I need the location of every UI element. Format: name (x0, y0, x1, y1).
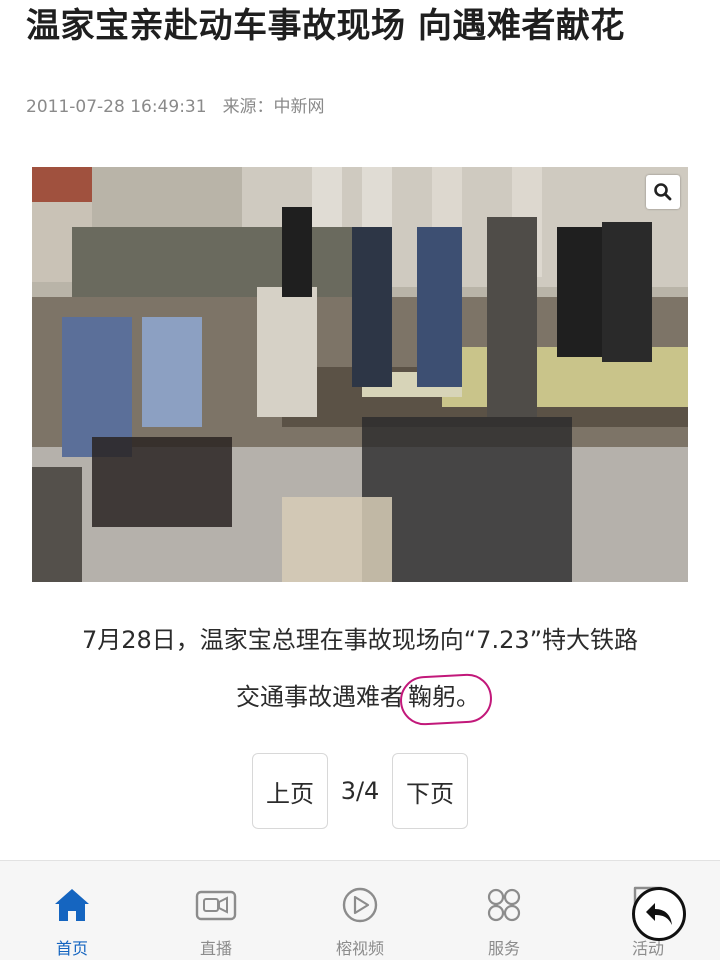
tab-live-label: 直播 (199, 939, 232, 958)
photo-caption: 7月28日，温家宝总理在事故现场向“7.23”特大铁路 交通事故遇难者 鞠躬。 (26, 612, 694, 726)
article-timestamp: 2011-07-28 16:49:31 (26, 97, 207, 117)
tab-live[interactable]: 直播 (144, 861, 288, 960)
bottom-tab-bar: 首页 直播 榕视频 服务 活动 (0, 860, 720, 960)
next-page-button[interactable]: 下页 (392, 753, 468, 829)
circled-annotation-text: 鞠躬。 (404, 669, 484, 726)
tab-video-label: 榕视频 (335, 939, 384, 958)
back-arrow-icon (646, 903, 672, 925)
article-headline: 温家宝亲赴动车事故现场 向遇难者献花 (26, 6, 625, 46)
back-button[interactable] (632, 887, 686, 941)
tab-home[interactable]: 首页 (0, 861, 144, 960)
home-icon (50, 883, 94, 927)
article-photo[interactable] (32, 167, 688, 582)
prev-page-button[interactable]: 上页 (252, 753, 328, 829)
video-camera-icon (194, 883, 238, 927)
grid-icon (482, 883, 526, 927)
caption-line-2: 交通事故遇难者 鞠躬。 (26, 669, 694, 726)
play-icon (338, 883, 382, 927)
caption-line-2-text: 交通事故遇难者 (236, 683, 404, 711)
photo-scene (32, 167, 688, 582)
page-count: 3/4 (340, 777, 380, 805)
zoom-button[interactable] (646, 175, 680, 209)
tab-services[interactable]: 服务 (432, 861, 576, 960)
tab-video[interactable]: 榕视频 (288, 861, 432, 960)
search-icon (654, 183, 672, 201)
tab-services-label: 服务 (487, 939, 520, 958)
article-source: 来源：中新网 (222, 97, 325, 117)
pager: 上页 3/4 下页 (252, 753, 468, 829)
article-meta: 2011-07-28 16:49:31 来源：中新网 (26, 92, 325, 117)
tab-home-label: 首页 (55, 939, 88, 958)
caption-line-1: 7月28日，温家宝总理在事故现场向“7.23”特大铁路 (81, 626, 639, 654)
